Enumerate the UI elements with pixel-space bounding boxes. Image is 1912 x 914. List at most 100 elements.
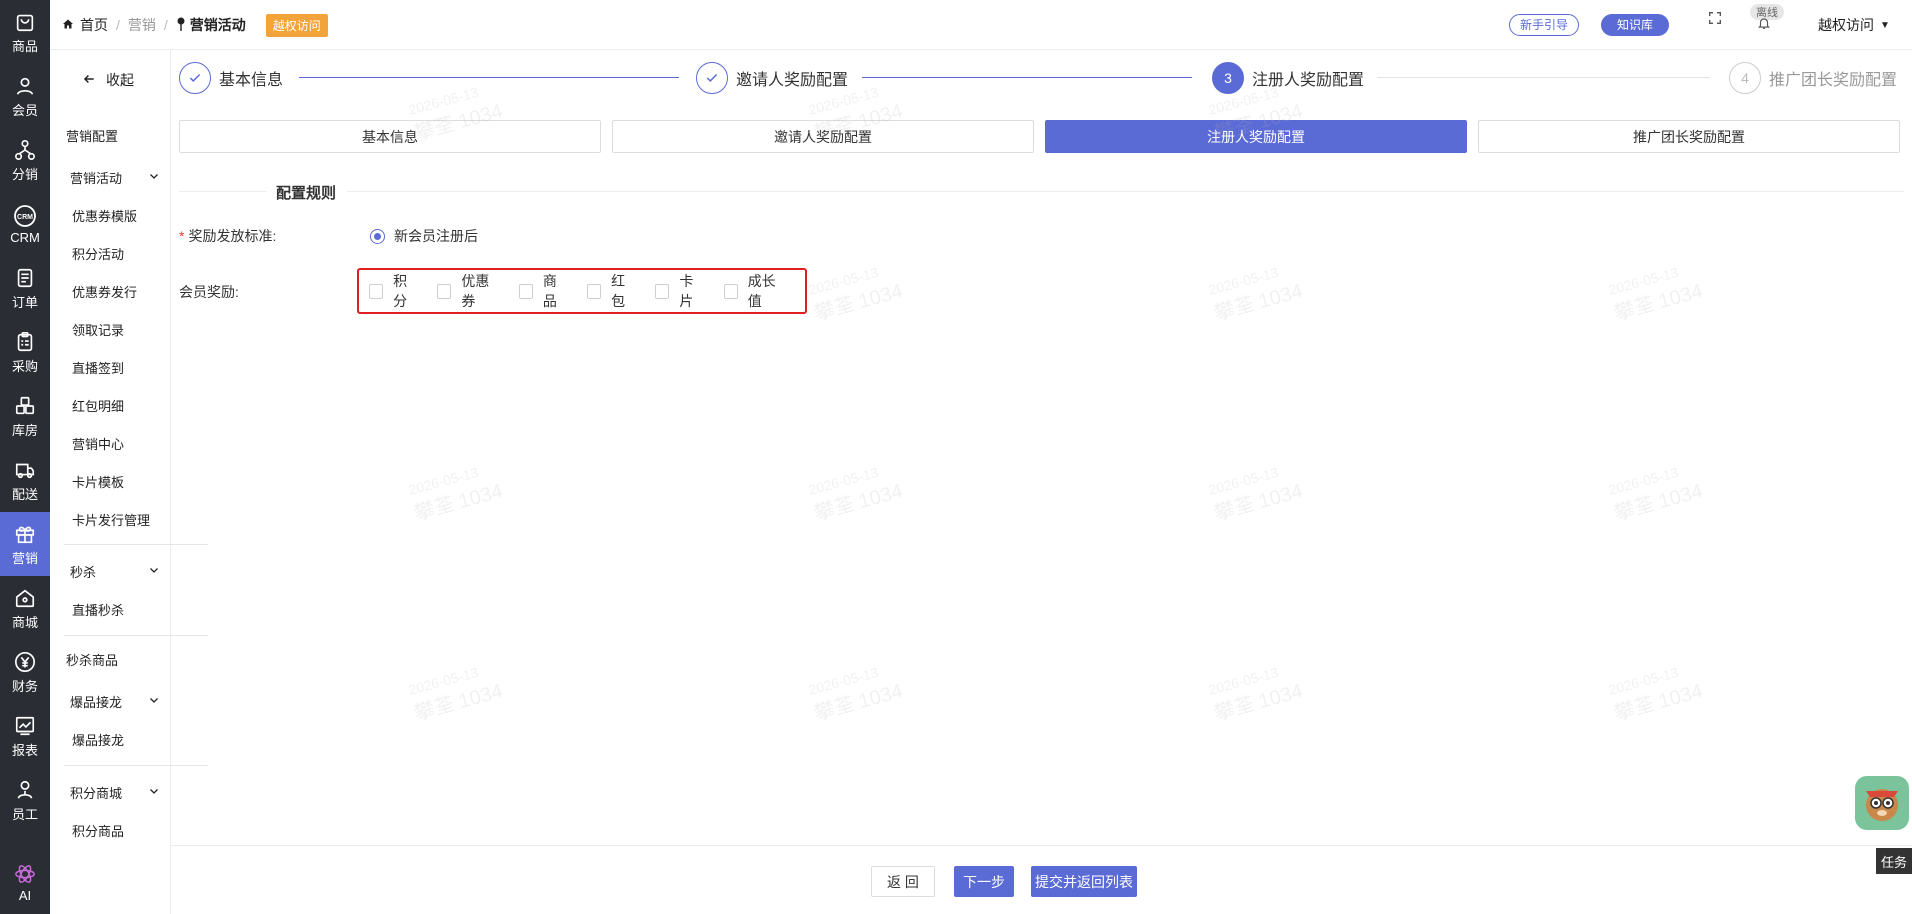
watermark: 2026-05-13攀荃 1034 [1606,463,1706,525]
subnav-item[interactable]: 积分活动 [72,244,124,263]
rail-label: AI [18,887,32,903]
home-icon [13,586,37,610]
checkbox-red-packet[interactable]: 红包 [587,271,637,311]
divider [347,191,1904,192]
subnav-item[interactable]: 领取记录 [72,320,124,339]
rail-item-marketing[interactable]: 营销 [0,512,50,576]
yen-icon [13,650,37,674]
svg-text:CRM: CRM [17,214,33,221]
watermark: 2026-05-13攀荃 1034 [1606,663,1706,725]
subnav-item[interactable]: 营销中心 [72,434,124,453]
footer-bar: 返 回 下一步 提交并返回列表 [171,845,1912,914]
subnav-item[interactable]: 优惠券模版 [72,206,137,225]
task-button[interactable]: 任务 [1876,848,1912,874]
subnav-group-marketing-activity[interactable]: 营销活动 [70,168,160,187]
subnav-item[interactable]: 优惠券发行 [72,282,137,301]
subnav-group-hot-chain[interactable]: 爆品接龙 [70,692,160,711]
rail-label: 商品 [11,38,38,54]
checkbox-growth[interactable]: 成长值 [723,271,788,311]
assistant-mascot-icon[interactable] [1855,776,1909,830]
clipboard-icon [13,330,37,354]
chevron-down-icon [148,694,160,709]
subnav-marketing-config[interactable]: 营销配置 [66,126,118,145]
subnav-group-label: 积分商城 [70,786,123,801]
reward-standard-label: * 奖励发放标准: [179,226,276,246]
subnav-item[interactable]: 直播秒杀 [72,600,124,619]
user-menu[interactable]: 越权访问 ▼ [1818,0,1890,50]
step-tabs: 基本信息 邀请人奖励配置 注册人奖励配置 推广团长奖励配置 [179,120,1904,153]
checkbox-box [587,283,602,299]
guide-button[interactable]: 新手引导 [1509,14,1580,36]
rail-label: CRM [10,229,40,245]
checkbox-card[interactable]: 卡片 [655,271,705,311]
rail-item-report[interactable]: 报表 [0,704,50,768]
rail-item-mall[interactable]: 商城 [0,576,50,640]
breadcrumb: 首页 / 营销 / 营销活动 越权访问 [62,0,328,50]
step-connector [862,77,1192,78]
subnav-group-seckill[interactable]: 秒杀 [70,562,160,581]
divider [179,191,266,192]
rail-item-finance[interactable]: 财务 [0,640,50,704]
user-icon [13,74,37,98]
main-content: 基本信息 邀请人奖励配置 3 注册人奖励配置 4 推广团长奖励配置 基本信息 邀… [171,50,1912,914]
rail-label: 财务 [11,678,38,694]
step-4: 4 推广团长奖励配置 [1729,62,1897,94]
checkbox-goods[interactable]: 商品 [518,271,569,311]
rail-item-goods[interactable]: 商品 [0,0,50,64]
collapse-button[interactable]: 收起 [82,70,134,90]
rail-item-crm[interactable]: CRM CRM [0,192,50,256]
checkbox-label: 积分 [393,273,408,309]
breadcrumb-home[interactable]: 首页 [80,15,108,35]
check-icon [179,62,211,94]
tab-basic-info[interactable]: 基本信息 [179,120,601,153]
next-button[interactable]: 下一步 [954,866,1014,897]
arrow-left-icon [82,72,96,89]
tab-inviter-reward[interactable]: 邀请人奖励配置 [612,120,1034,153]
subnav-item[interactable]: 红包明细 [72,396,124,415]
tab-registrant-reward[interactable]: 注册人奖励配置 [1045,120,1467,153]
order-icon [13,266,37,290]
network-icon [13,138,37,162]
subnav-item[interactable]: 爆品接龙 [72,730,124,749]
bell-icon[interactable] [1757,16,1781,40]
step-3: 3 注册人奖励配置 [1212,62,1364,94]
subnav-item[interactable]: 积分商品 [72,821,124,840]
checkbox-box [655,283,670,299]
checkbox-points[interactable]: 积分 [369,271,419,311]
subnav-item[interactable]: 直播签到 [72,358,124,377]
rail-label: 配送 [11,486,38,502]
fullscreen-icon[interactable] [1707,10,1731,34]
rail-label: 订单 [11,294,38,310]
rail-item-delivery[interactable]: 配送 [0,448,50,512]
breadcrumb-parent[interactable]: 营销 [128,15,156,35]
rail-item-purchase[interactable]: 采购 [0,320,50,384]
rail-item-order[interactable]: 订单 [0,256,50,320]
tab-leader-reward[interactable]: 推广团长奖励配置 [1478,120,1900,153]
rail-item-ai[interactable]: AI [0,850,50,914]
back-button[interactable]: 返 回 [871,866,935,897]
rail-item-member[interactable]: 会员 [0,64,50,128]
subnav-item[interactable]: 卡片发行管理 [72,510,150,529]
staff-icon [13,778,37,802]
radio-new-member[interactable]: 新会员注册后 [370,226,478,246]
subnav-item[interactable]: 卡片模板 [72,472,124,491]
watermark: 2026-05-13攀荃 1034 [1606,263,1706,325]
step-label: 邀请人奖励配置 [736,72,849,89]
rail-label: 分销 [11,166,38,182]
knowledge-button[interactable]: 知识库 [1601,14,1670,36]
subnav-group-label: 营销活动 [70,171,123,186]
checkbox-box [723,283,738,299]
subnav-seckill-goods[interactable]: 秒杀商品 [66,650,118,669]
checkbox-label: 优惠券 [461,273,490,309]
breadcrumb-separator: / [116,17,120,33]
checkbox-label: 卡片 [679,273,694,309]
subnav-group-label: 爆品接龙 [70,695,123,710]
checkbox-label: 红包 [611,273,626,309]
rail-label: 采购 [11,358,38,374]
checkbox-coupon[interactable]: 优惠券 [437,271,501,311]
rail-item-warehouse[interactable]: 库房 [0,384,50,448]
rail-item-staff[interactable]: 员工 [0,768,50,832]
submit-return-button[interactable]: 提交并返回列表 [1031,866,1137,897]
subnav-group-points-mall[interactable]: 积分商城 [70,783,160,802]
rail-item-distribution[interactable]: 分销 [0,128,50,192]
